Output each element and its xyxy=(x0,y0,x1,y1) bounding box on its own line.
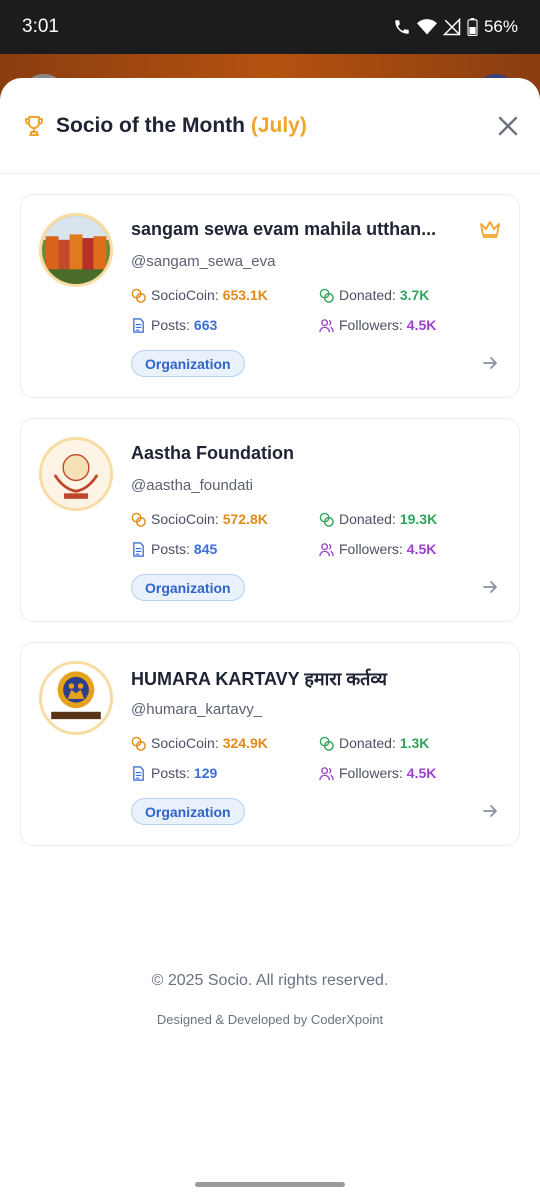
leader-name: Aastha Foundation xyxy=(131,443,294,463)
posts-value: 663 xyxy=(193,317,218,333)
avatar xyxy=(39,437,113,511)
donation-icon xyxy=(319,512,334,527)
posts-value: 129 xyxy=(193,765,218,781)
document-icon xyxy=(133,317,144,333)
arrow-right-icon[interactable] xyxy=(481,578,499,596)
donated-stat: Donated: 1.3K xyxy=(319,735,429,751)
status-icons: 56% xyxy=(393,17,518,37)
close-icon xyxy=(498,116,518,135)
arrow-right-icon[interactable] xyxy=(481,802,499,820)
organization-badge: Organization xyxy=(131,798,245,825)
posts-stat: Posts: 845 xyxy=(131,541,217,557)
arrow-right-icon[interactable] xyxy=(481,354,499,372)
home-indicator[interactable] xyxy=(195,1182,345,1187)
leader-handle: @humara_kartavy_ xyxy=(131,701,263,718)
close-button[interactable] xyxy=(488,106,528,146)
sheet-title: Socio of the Month (July) xyxy=(56,114,307,138)
sheet-title-text: Socio of the Month xyxy=(56,113,245,137)
donated-stat: Donated: 19.3K xyxy=(319,511,437,527)
followers-value: 4.5K xyxy=(406,765,437,781)
coins-icon xyxy=(131,512,146,527)
sociocoin-stat: SocioCoin: 572.8K xyxy=(131,511,268,527)
status-time: 3:01 xyxy=(22,16,59,37)
followers-stat: Followers: 4.5K xyxy=(319,317,436,333)
call-icon xyxy=(393,18,411,36)
users-icon xyxy=(319,766,334,780)
avatar xyxy=(39,213,113,287)
organization-badge: Organization xyxy=(131,574,245,601)
signal-icon xyxy=(442,18,461,36)
battery-icon xyxy=(467,18,478,36)
posts-value: 845 xyxy=(193,541,218,557)
sociocoin-value: 572.8K xyxy=(222,511,268,527)
leader-card[interactable]: HUMARA KARTAVY हमारा कर्तव्य @humara_kar… xyxy=(20,642,520,846)
trophy-icon xyxy=(22,114,46,138)
followers-stat: Followers: 4.5K xyxy=(319,765,436,781)
donation-icon xyxy=(319,288,334,303)
posts-stat: Posts: 663 xyxy=(131,317,217,333)
coins-icon xyxy=(131,288,146,303)
posts-stat: Posts: 129 xyxy=(131,765,217,781)
followers-value: 4.5K xyxy=(406,317,437,333)
leader-handle: @sangam_sewa_eva xyxy=(131,253,276,270)
followers-stat: Followers: 4.5K xyxy=(319,541,436,557)
leader-name: HUMARA KARTAVY हमारा कर्तव्य xyxy=(131,669,388,689)
avatar xyxy=(39,661,113,735)
sheet-title-month: (July) xyxy=(250,113,307,137)
socio-of-month-sheet: Socio of the Month (July) sangam sewa ev… xyxy=(0,78,540,1200)
footer-copyright: © 2025 Socio. All rights reserved. xyxy=(151,972,389,989)
document-icon xyxy=(133,541,144,557)
organization-badge: Organization xyxy=(131,350,245,377)
donated-value: 19.3K xyxy=(399,511,438,527)
leader-card[interactable]: Aastha Foundation @aastha_foundati Socio… xyxy=(20,418,520,622)
sociocoin-stat: SocioCoin: 324.9K xyxy=(131,735,268,751)
donated-value: 3.7K xyxy=(399,287,430,303)
crown-icon xyxy=(479,219,501,239)
users-icon xyxy=(319,318,334,332)
status-bar: 3:01 56% xyxy=(0,0,540,54)
donated-value: 1.3K xyxy=(399,735,430,751)
sheet-header: Socio of the Month (July) xyxy=(0,78,540,174)
followers-value: 4.5K xyxy=(406,541,437,557)
leader-card[interactable]: sangam sewa evam mahila utthan... @sanga… xyxy=(20,194,520,398)
users-icon xyxy=(319,542,334,556)
leader-name: sangam sewa evam mahila utthan... xyxy=(131,219,437,239)
donated-stat: Donated: 3.7K xyxy=(319,287,429,303)
sociocoin-value: 653.1K xyxy=(222,287,268,303)
leader-handle: @aastha_foundati xyxy=(131,477,253,494)
battery-percent: 56% xyxy=(483,17,518,36)
footer-credit: Designed & Developed by CoderXpoint xyxy=(156,1012,384,1027)
donation-icon xyxy=(319,736,334,751)
document-icon xyxy=(133,765,144,781)
coins-icon xyxy=(131,736,146,751)
wifi-icon xyxy=(416,18,437,36)
sociocoin-value: 324.9K xyxy=(222,735,268,751)
sociocoin-stat: SocioCoin: 653.1K xyxy=(131,287,268,303)
